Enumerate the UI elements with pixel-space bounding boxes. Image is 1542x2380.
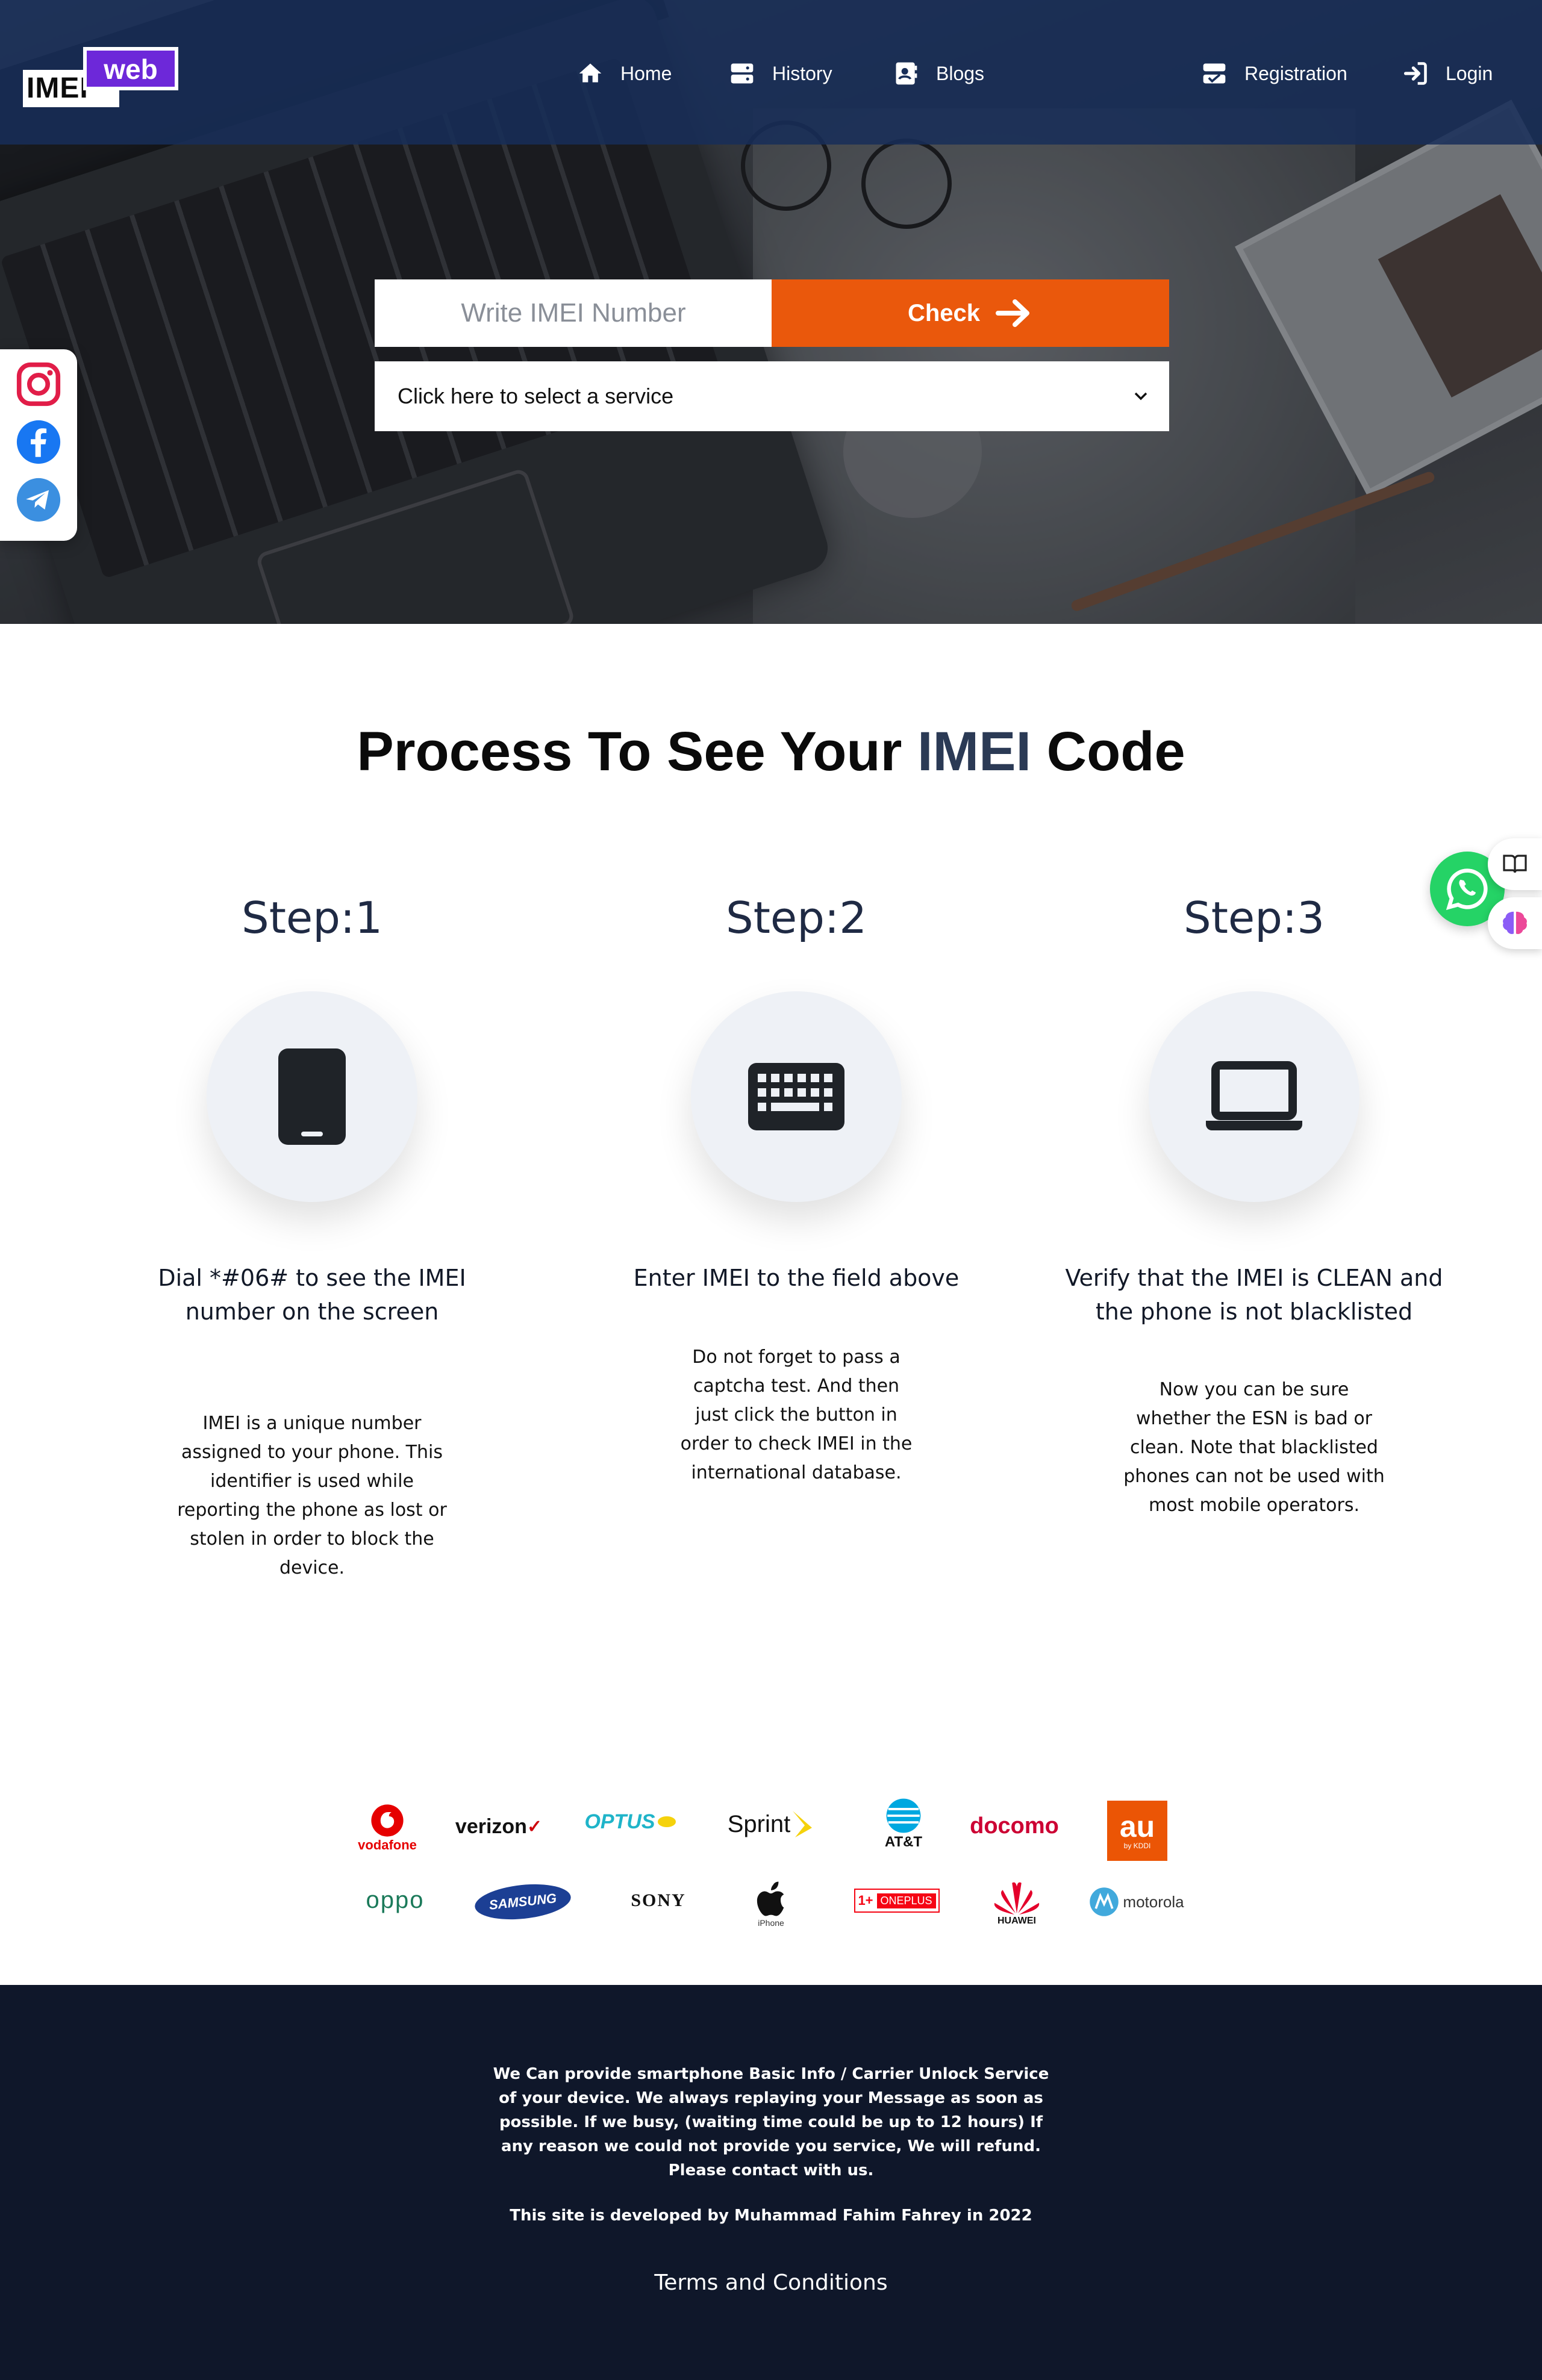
laptop-icon (1206, 1061, 1302, 1130)
process-title-accent: IMEI (917, 721, 1032, 782)
brand-apple-logo: iPhone (747, 1877, 795, 1931)
instagram-icon[interactable] (16, 361, 61, 407)
brand-samsung-logo: SAMSUNG (473, 1880, 573, 1924)
login-icon (1403, 62, 1427, 85)
nav-registration[interactable]: Registration (1201, 55, 1347, 92)
brain-icon (1503, 911, 1527, 934)
sprint-icon (793, 1811, 813, 1837)
nav-history-label: History (772, 62, 832, 84)
brand-oppo-logo: oppo (366, 1886, 425, 1913)
ai-assistant-button[interactable] (1488, 897, 1542, 949)
apple-icon (757, 1881, 784, 1916)
brand-oneplus-logo: 1+ ONEPLUS (854, 1889, 940, 1913)
step-1-heading: Step:1 (242, 892, 382, 943)
service-select[interactable]: Click here to select a service (375, 361, 1169, 431)
whatsapp-icon (1446, 868, 1488, 911)
chevron-down-icon (1134, 392, 1147, 400)
social-sidebar (0, 349, 77, 541)
imei-input[interactable] (375, 279, 772, 347)
footer: We Can provide smartphone Basic Info / C… (0, 1985, 1542, 2380)
registration-icon (1203, 63, 1226, 84)
open-book-icon (1503, 855, 1527, 873)
step-2-heading: Step:2 (726, 892, 867, 943)
step-3-heading: Step:3 (1184, 892, 1325, 943)
keyboard-icon (748, 1063, 844, 1130)
brand-au-logo: au by KDDI (1107, 1801, 1167, 1861)
nav-home[interactable]: Home (577, 55, 672, 92)
step-1-title: Dial *#06# to see the IMEI number on the… (158, 1265, 466, 1325)
logo-web-text: web (83, 47, 178, 90)
check-button-label: Check (907, 299, 981, 326)
brand-huawei-logo: HUAWEI (988, 1874, 1046, 1931)
brand-verizon-logo: verizon ✓ (455, 1815, 543, 1838)
brand-att-logo: AT&T (879, 1797, 928, 1851)
mobile-phone-icon (278, 1048, 346, 1145)
brand-optus-logo: OPTUS (583, 1807, 677, 1837)
reader-mode-button[interactable] (1488, 838, 1542, 890)
server-icon (731, 63, 754, 84)
nav-login[interactable]: Login (1402, 55, 1493, 92)
step-1-description: IMEI is a unique number assigned to your… (177, 1413, 447, 1578)
step-3-title: Verify that the IMEI is CLEAN and the ph… (1065, 1265, 1443, 1325)
terms-and-conditions-link[interactable]: Terms and Conditions (0, 2270, 1542, 2295)
brand-motorola-logo: motorola (1085, 1885, 1188, 1919)
navbar: IMEI web Home History Blogs Registration… (0, 0, 1542, 145)
step-2-title: Enter IMEI to the field above (633, 1265, 960, 1291)
brand-vodafone-logo: vodafone (354, 1798, 420, 1858)
service-select-value: Click here to select a service (398, 384, 674, 408)
step-2-description: Do not forget to pass a captcha test. An… (680, 1347, 913, 1483)
huawei-icon (994, 1882, 1040, 1915)
contact-book-icon (896, 62, 917, 85)
step-2-circle (691, 991, 902, 1202)
nav-blogs-label: Blogs (936, 62, 985, 84)
facebook-icon[interactable] (16, 419, 61, 465)
process-title: Process To See Your IMEI Code (357, 721, 1185, 782)
home-icon (579, 63, 602, 83)
step-3-circle (1149, 991, 1359, 1202)
footer-developer-credit: This site is developed by Muhammad Fahim… (510, 2207, 1032, 2225)
nav-registration-label: Registration (1244, 62, 1347, 84)
check-button[interactable]: Check (772, 279, 1169, 347)
brand-sprint-logo: Sprint (717, 1804, 825, 1844)
site-logo[interactable]: IMEI web (23, 47, 178, 107)
nav-blogs[interactable]: Blogs (893, 55, 984, 92)
nav-history[interactable]: History (729, 55, 832, 92)
footer-about-text: We Can provide smartphone Basic Info / C… (493, 2065, 1049, 2179)
motorola-icon (1090, 1887, 1119, 1916)
step-3-description: Now you can be sure whether the ESN is b… (1123, 1379, 1385, 1516)
att-globe-icon (886, 1798, 921, 1833)
step-1-circle (207, 991, 417, 1202)
brand-sony-logo: SONY (631, 1890, 686, 1910)
brand-docomo-logo: docomo (970, 1813, 1059, 1839)
nav-login-label: Login (1446, 62, 1493, 84)
arrow-right-icon (996, 299, 1030, 327)
vodafone-icon (371, 1804, 404, 1837)
telegram-icon[interactable] (16, 477, 61, 523)
nav-home-label: Home (620, 62, 672, 84)
